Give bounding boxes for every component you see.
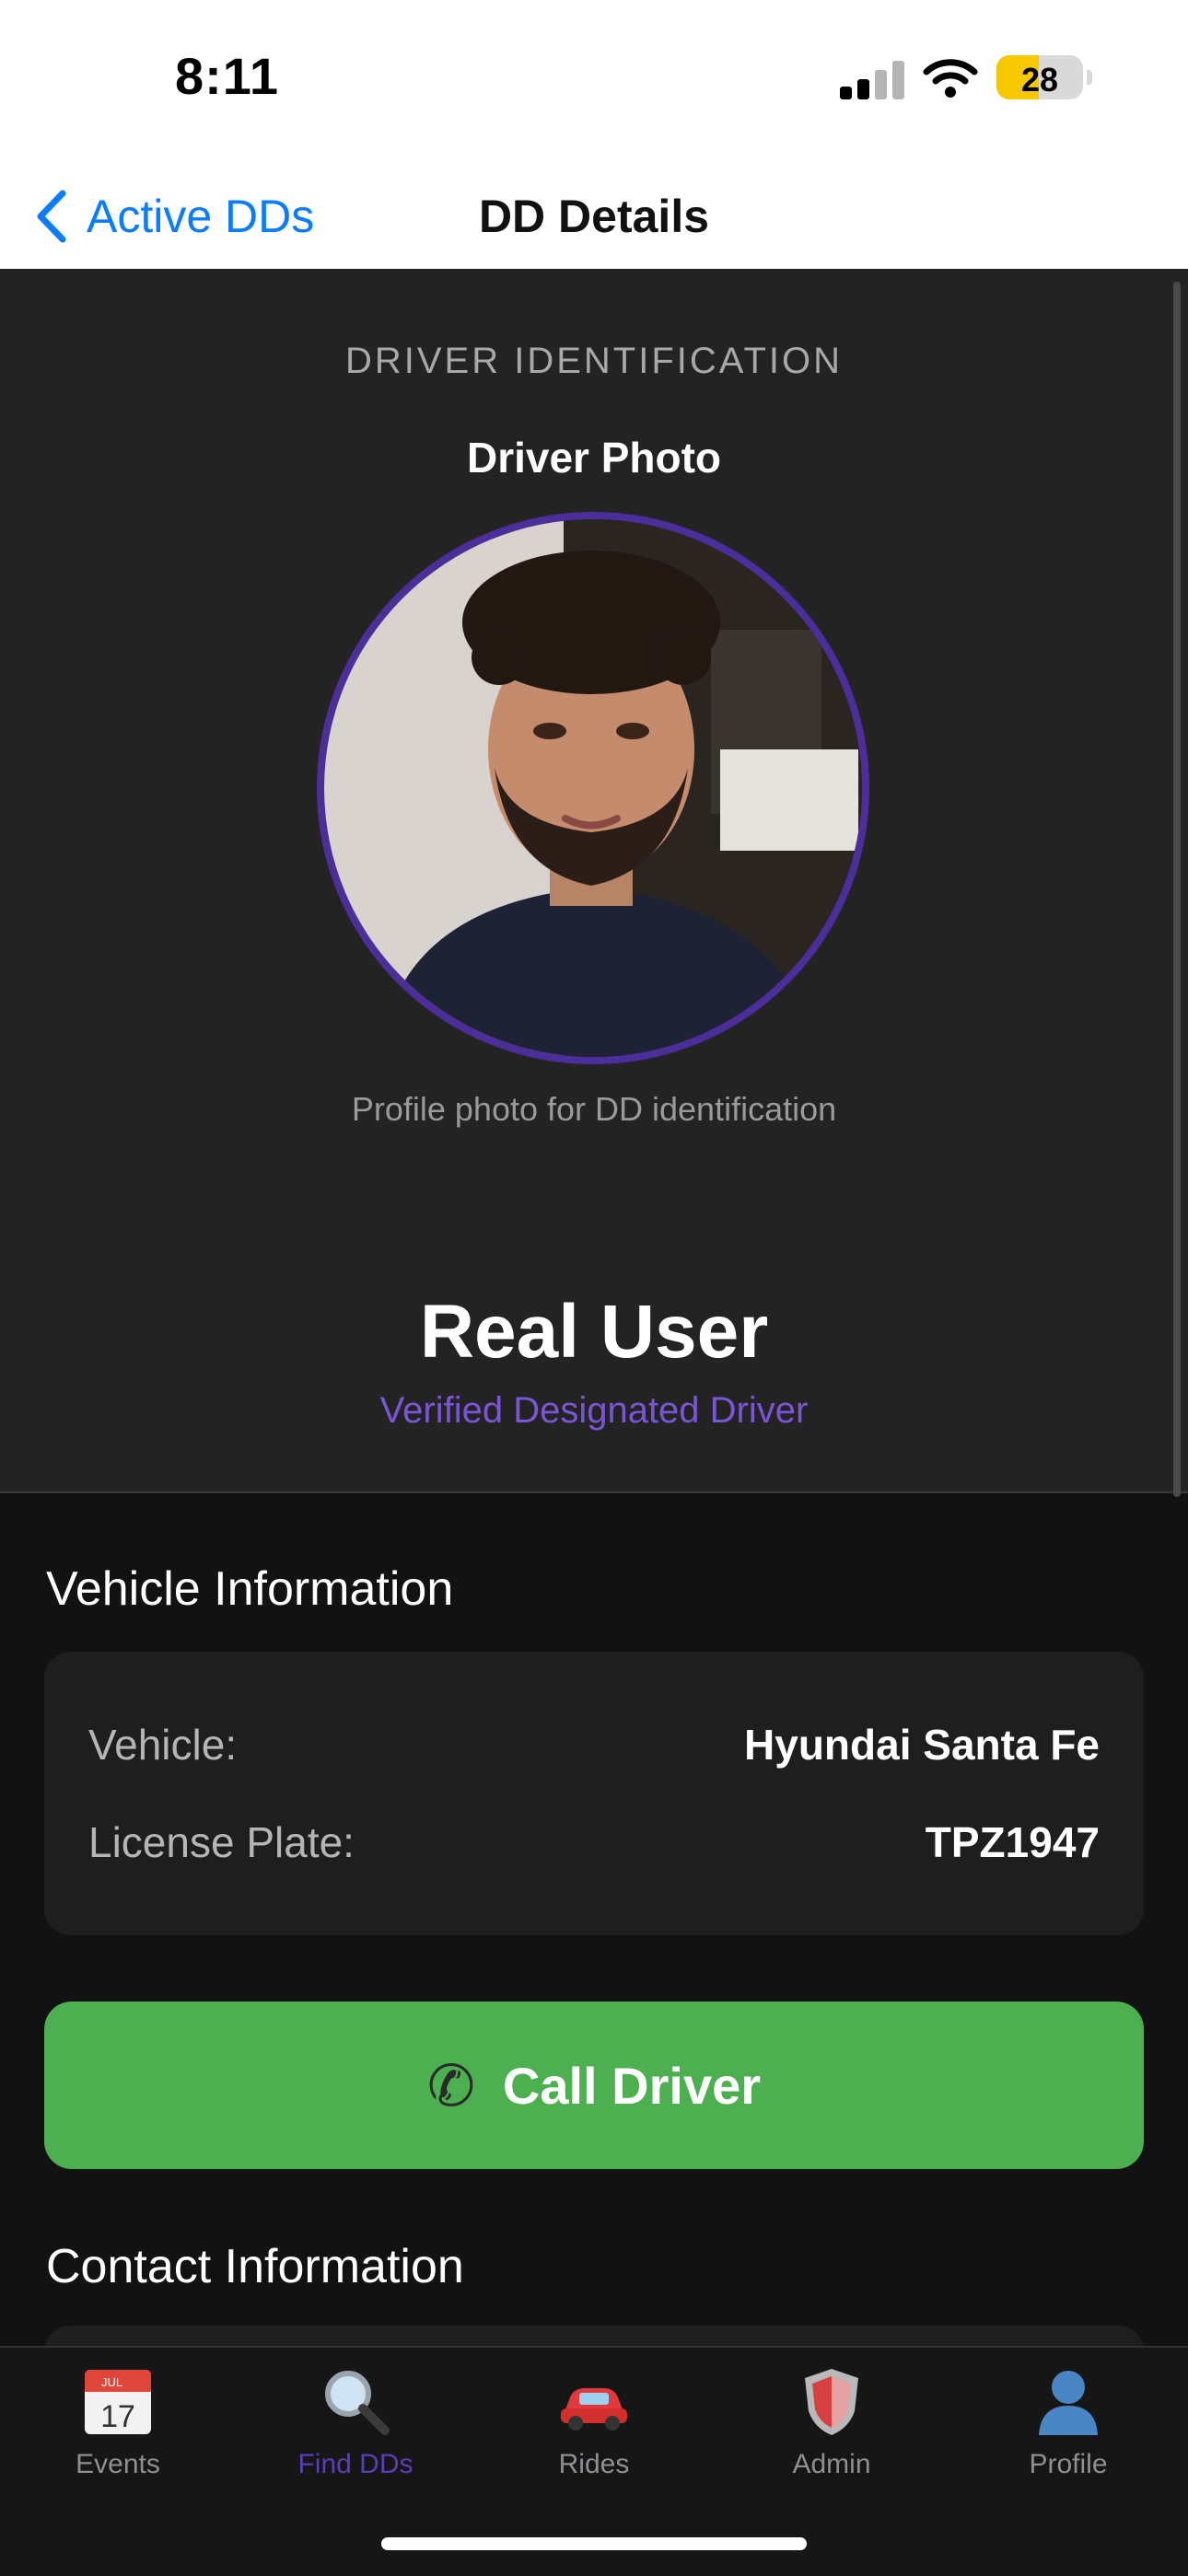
tab-rides-label: Rides: [558, 2449, 630, 2479]
vehicle-section-header: Vehicle Information: [46, 1562, 454, 1616]
tab-rides[interactable]: Rides: [502, 2364, 686, 2480]
status-time: 8:11: [175, 47, 279, 105]
driver-photo: [317, 512, 869, 1064]
shield-icon: [805, 2369, 858, 2435]
tab-find-dds[interactable]: Find DDs: [263, 2364, 448, 2480]
photo-caption: Profile photo for DD identification: [351, 1090, 837, 1128]
contact-section-header: Contact Information: [46, 2240, 464, 2293]
license-plate-value: TPZ1947: [925, 1818, 1100, 1866]
tab-admin[interactable]: Admin: [740, 2364, 924, 2480]
calendar-month: JUL: [101, 2375, 122, 2389]
vehicle-info-card: [44, 1652, 1144, 1935]
tab-find-dds-label: Find DDs: [297, 2449, 413, 2479]
call-driver-button[interactable]: ✆ Call Driver: [44, 2002, 1144, 2169]
calendar-day: 17: [100, 2399, 135, 2434]
tab-admin-label: Admin: [792, 2449, 871, 2479]
vehicle-value: Hyundai Santa Fe: [744, 1721, 1100, 1769]
phone-icon: ✆: [426, 2054, 475, 2118]
driver-name: Real User: [419, 1290, 769, 1374]
calendar-icon: JUL 17: [85, 2370, 151, 2434]
verified-badge: Verified Designated Driver: [379, 1390, 809, 1431]
home-indicator[interactable]: [381, 2537, 807, 2550]
tab-profile-label: Profile: [1029, 2449, 1108, 2479]
magnifier-icon: [325, 2371, 390, 2435]
wifi-icon: [923, 57, 978, 98]
photo-title: Driver Photo: [466, 434, 722, 482]
car-icon: [561, 2388, 627, 2431]
tab-events-label: Events: [76, 2449, 160, 2479]
call-driver-label: Call Driver: [502, 2056, 762, 2115]
page-title: DD Details: [478, 191, 710, 242]
cellular-signal-icon: [840, 61, 904, 99]
person-icon: [1039, 2371, 1098, 2435]
tab-events[interactable]: JUL 17 Events: [26, 2364, 210, 2480]
license-plate-label: License Plate:: [88, 1818, 355, 1866]
section-header: DRIVER IDENTIFICATION: [344, 341, 844, 381]
tab-profile[interactable]: Profile: [976, 2364, 1160, 2480]
battery-percent: 28: [1020, 61, 1059, 99]
driver-portrait-image: [324, 519, 862, 1057]
battery-icon: 28: [996, 55, 1092, 99]
vehicle-label: Vehicle:: [88, 1721, 238, 1769]
